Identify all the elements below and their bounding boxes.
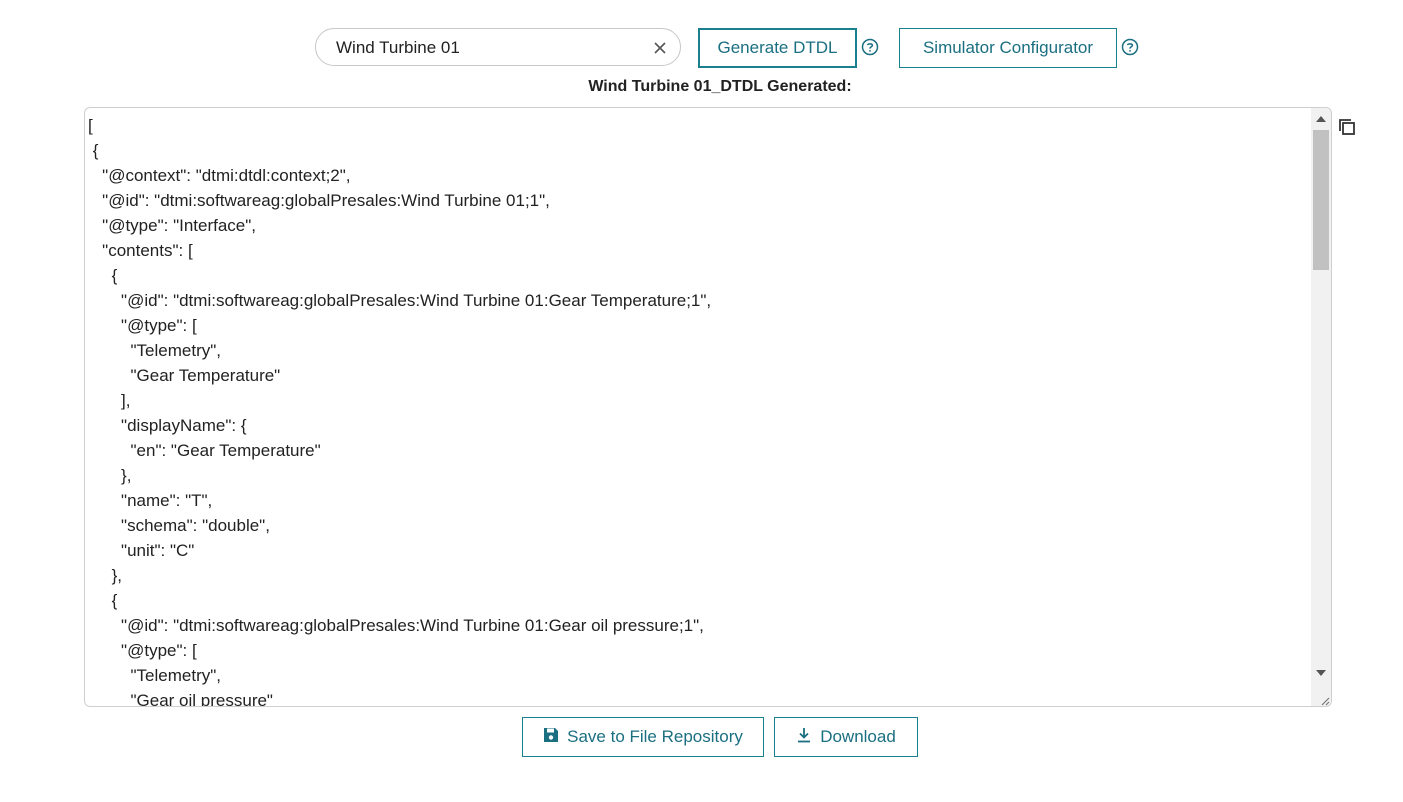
download-label: Download — [820, 727, 896, 746]
download-button[interactable]: Download — [774, 717, 918, 757]
device-name-input[interactable] — [336, 37, 636, 59]
save-to-file-repository-button[interactable]: Save to File Repository — [522, 717, 764, 757]
simulator-configurator-label: Simulator Configurator — [922, 38, 1094, 57]
scroll-down-arrow-icon[interactable] — [1316, 670, 1326, 676]
scroll-up-arrow-icon[interactable] — [1316, 116, 1326, 122]
vertical-scrollbar[interactable] — [1311, 108, 1331, 706]
copy-icon[interactable] — [1337, 117, 1357, 137]
help-circle-icon[interactable] — [1121, 38, 1139, 56]
scrollbar-thumb[interactable] — [1313, 130, 1329, 270]
dtdl-code[interactable]: [ { "@context": "dtmi:dtdl:context;2", "… — [88, 113, 1303, 706]
save-label: Save to File Repository — [567, 727, 743, 746]
search-box[interactable] — [315, 28, 681, 66]
result-title: Wind Turbine 01_DTDL Generated: — [588, 78, 852, 95]
resize-grip-icon[interactable] — [1318, 693, 1330, 706]
simulator-configurator-button[interactable]: Simulator Configurator — [899, 28, 1117, 68]
dtdl-output-textarea[interactable]: [ { "@context": "dtmi:dtdl:context;2", "… — [84, 107, 1332, 707]
floppy-disk-icon — [543, 727, 559, 748]
download-icon — [796, 727, 812, 748]
help-circle-icon[interactable] — [861, 38, 879, 56]
generate-dtdl-button[interactable]: Generate DTDL — [698, 28, 857, 68]
close-icon[interactable] — [650, 38, 670, 58]
generate-dtdl-label: Generate DTDL — [717, 38, 838, 57]
